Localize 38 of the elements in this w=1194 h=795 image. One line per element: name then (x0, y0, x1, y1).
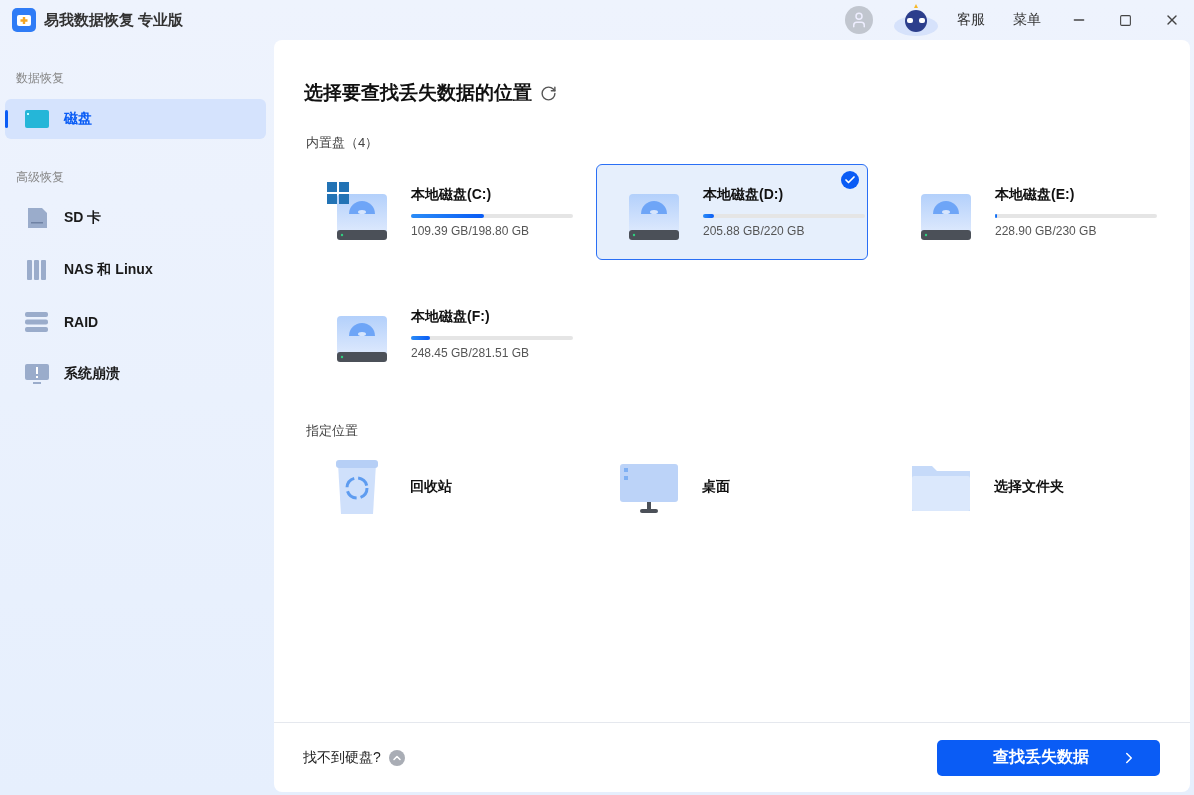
sidebar-item[interactable]: 磁盘 (5, 99, 266, 139)
drive-card[interactable]: 本地磁盘(C:) 109.39 GB/198.80 GB (304, 164, 576, 260)
sidebar-heading: 高级恢复 (15, 169, 65, 186)
location-item[interactable]: 选择文件夹 (888, 452, 1160, 522)
sidebar-item[interactable]: SD 卡 (5, 198, 266, 238)
titlebar-link[interactable]: 客服 (947, 11, 995, 29)
maximize-icon[interactable] (1119, 13, 1132, 27)
robot-assistant-icon[interactable] (893, 4, 939, 36)
location-item[interactable]: 回收站 (304, 452, 576, 522)
refresh-icon[interactable] (540, 84, 557, 102)
server-stack-icon (24, 311, 50, 333)
drive-name: 本地磁盘(E:) (995, 186, 1076, 204)
drive-name: 本地磁盘(D:) (703, 186, 785, 204)
drive-card[interactable]: 本地磁盘(D:) 205.88 GB/220 GB (596, 164, 868, 260)
drive-card[interactable]: 本地磁盘(E:) 228.90 GB/230 GB (888, 164, 1160, 260)
scan-button[interactable]: 查找丢失数据 (937, 739, 1160, 776)
app-logo-icon (12, 8, 36, 32)
drive-icon (24, 108, 50, 130)
sidebar-item[interactable]: RAID (5, 302, 266, 342)
app-title: 易我数据恢复 专业版 (44, 10, 185, 30)
section-heading: 内置盘（4） (306, 134, 380, 152)
monitor-warning-icon (24, 363, 50, 385)
page-title: 选择要查找丢失数据的位置 (304, 81, 532, 105)
drive-size: 205.88 GB/220 GB (703, 224, 806, 238)
drive-size: 248.45 GB/281.51 GB (411, 346, 531, 360)
drive-size: 228.90 GB/230 GB (995, 224, 1098, 238)
drive-name: 本地磁盘(C:) (411, 186, 493, 204)
drive-name: 本地磁盘(F:) (411, 308, 491, 326)
section-heading: 指定位置 (306, 422, 359, 440)
sidebar-heading: 数据恢复 (15, 70, 65, 87)
sidebar-item[interactable]: 系统崩溃 (5, 354, 266, 394)
titlebar-link[interactable]: 菜单 (1003, 11, 1051, 29)
drive-card[interactable]: 本地磁盘(F:) 248.45 GB/281.51 GB (304, 286, 576, 382)
sidebar-item[interactable]: NAS 和 Linux (5, 250, 266, 290)
help-link[interactable]: 找不到硬盘? (303, 748, 381, 767)
drive-size: 109.39 GB/198.80 GB (411, 224, 531, 238)
location-item[interactable]: 桌面 (596, 452, 868, 522)
checkmark-icon (841, 171, 859, 189)
